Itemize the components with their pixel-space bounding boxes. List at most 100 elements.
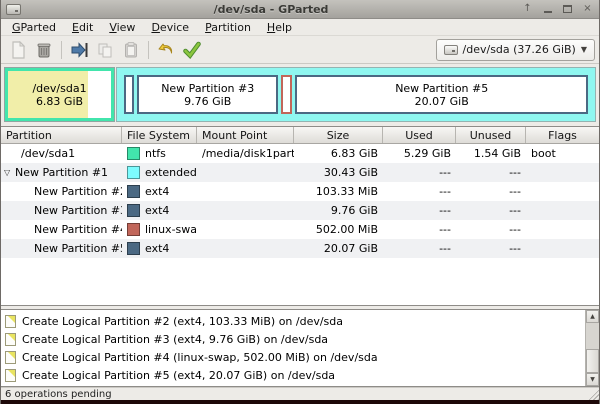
paste-button[interactable] <box>118 38 144 62</box>
new-partition-button[interactable] <box>5 38 31 62</box>
table-row-partition4[interactable]: New Partition #4 linux-swap 502.00 MiB -… <box>1 220 599 239</box>
list-item[interactable]: Create Logical Partition #5 (ext4, 20.07… <box>1 366 585 384</box>
disk-visual-bar: /dev/sda1 6.83 GiB New Partition #3 9.76… <box>1 64 599 126</box>
table-row-extended[interactable]: ▽ New Partition #1 extended 30.43 GiB --… <box>1 163 599 182</box>
size-value: 6.83 GiB <box>294 147 383 160</box>
used-value: --- <box>383 185 456 198</box>
column-header-size[interactable]: Size <box>294 127 383 143</box>
scroll-up-icon[interactable]: ▲ <box>586 310 599 323</box>
menu-view[interactable]: View <box>101 20 143 35</box>
close-icon[interactable]: × <box>581 3 594 16</box>
pending-operation-icon <box>5 369 16 382</box>
filesystem-color-swatch <box>127 242 140 255</box>
filesystem-cell: extended <box>122 166 197 179</box>
scrollbar-track[interactable] <box>586 323 599 373</box>
menu-gparted[interactable]: GParted <box>4 20 64 35</box>
filesystem-cell: ext4 <box>122 242 197 255</box>
delete-partition-button[interactable] <box>31 38 57 62</box>
pending-operation-icon <box>5 333 16 346</box>
maximize-icon[interactable] <box>561 3 574 16</box>
title-bar[interactable]: /dev/sda - GParted ↑ × <box>1 0 599 19</box>
table-row-partition2[interactable]: New Partition #2 ext4 103.33 MiB --- --- <box>1 182 599 201</box>
partition-name: /dev/sda1 <box>1 147 122 160</box>
device-label: /dev/sda (37.26 GiB) <box>463 43 576 56</box>
scrollbar-thumb[interactable] <box>586 349 599 373</box>
partition-name: New Partition #1 <box>15 166 108 179</box>
unused-value: --- <box>456 242 526 255</box>
visual-partition-4[interactable] <box>281 75 292 114</box>
menu-view-label: View <box>109 21 135 34</box>
partition-label: New Partition #3 9.76 GiB <box>161 82 254 108</box>
toolbar-separator <box>148 41 149 59</box>
size-value: 103.33 MiB <box>294 185 383 198</box>
device-selector[interactable]: /dev/sda (37.26 GiB) ▼ <box>436 39 595 61</box>
undo-arrow-icon <box>156 41 176 59</box>
table-row-partition3[interactable]: New Partition #3 ext4 9.76 GiB --- --- <box>1 201 599 220</box>
menu-gparted-label: GParted <box>12 21 56 34</box>
flags-value: boot <box>526 147 599 160</box>
menu-device[interactable]: Device <box>143 20 197 35</box>
column-header-mountpoint[interactable]: Mount Point <box>197 127 294 143</box>
menu-partition[interactable]: Partition <box>197 20 259 35</box>
resize-grip[interactable] <box>586 387 599 400</box>
partition-name: New Partition #4 <box>1 223 122 236</box>
menu-help[interactable]: Help <box>259 20 300 35</box>
resize-arrow-icon <box>69 41 89 59</box>
harddrive-icon <box>6 4 21 15</box>
expander-triangle-icon[interactable]: ▽ <box>1 168 15 177</box>
desktop-edge <box>1 400 599 404</box>
resize-move-button[interactable] <box>66 38 92 62</box>
size-value: 502.00 MiB <box>294 223 383 236</box>
partition-label: New Partition #5 20.07 GiB <box>395 82 488 108</box>
filesystem-color-swatch <box>127 166 140 179</box>
list-item[interactable]: Create Logical Partition #4 (linux-swap,… <box>1 348 585 366</box>
table-row-partition5[interactable]: New Partition #5 ext4 20.07 GiB --- --- <box>1 239 599 258</box>
filesystem-color-swatch <box>127 223 140 236</box>
menu-edit-label: Edit <box>72 21 93 34</box>
size-value: 20.07 GiB <box>294 242 383 255</box>
size-value: 30.43 GiB <box>294 166 383 179</box>
column-header-flags[interactable]: Flags <box>526 127 599 143</box>
scroll-down-icon[interactable]: ▼ <box>586 373 599 386</box>
table-header: Partition File System Mount Point Size U… <box>1 127 599 144</box>
visual-partition-3[interactable]: New Partition #3 9.76 GiB <box>137 75 278 114</box>
column-header-used[interactable]: Used <box>383 127 456 143</box>
column-header-partition[interactable]: Partition <box>1 127 122 143</box>
visual-partition-2[interactable] <box>124 75 134 114</box>
menu-help-label: Help <box>267 21 292 34</box>
minimize-icon[interactable] <box>541 3 554 16</box>
menu-partition-label: Partition <box>205 21 251 34</box>
chevron-down-icon: ▼ <box>581 45 587 54</box>
operation-text: Create Logical Partition #5 (ext4, 20.07… <box>22 369 335 382</box>
filesystem-label: ext4 <box>145 204 169 217</box>
visual-partition-sda1[interactable]: /dev/sda1 6.83 GiB <box>5 68 114 121</box>
visual-partition-5[interactable]: New Partition #5 20.07 GiB <box>295 75 588 114</box>
status-bar: 6 operations pending <box>1 387 599 400</box>
filesystem-label: linux-swap <box>145 223 197 236</box>
filesystem-label: extended <box>145 166 197 179</box>
copy-button[interactable] <box>92 38 118 62</box>
column-header-unused[interactable]: Unused <box>456 127 526 143</box>
operations-scrollbar[interactable]: ▲ ▼ <box>585 310 599 386</box>
filesystem-cell: ext4 <box>122 204 197 217</box>
menu-edit[interactable]: Edit <box>64 20 101 35</box>
pending-operation-icon <box>5 351 16 364</box>
apply-button[interactable] <box>179 38 205 62</box>
used-value: 5.29 GiB <box>383 147 456 160</box>
copy-icon <box>96 41 114 59</box>
unused-value: 1.54 GiB <box>456 147 526 160</box>
status-text: 6 operations pending <box>5 389 112 400</box>
unused-value: --- <box>456 223 526 236</box>
list-item[interactable]: Create Logical Partition #3 (ext4, 9.76 … <box>1 330 585 348</box>
shade-window-icon[interactable]: ↑ <box>521 3 534 16</box>
table-row-sda1[interactable]: /dev/sda1 ntfs /media/disk1part1 6.83 Gi… <box>1 144 599 163</box>
list-item[interactable]: Create Logical Partition #2 (ext4, 103.3… <box>1 312 585 330</box>
unused-value: --- <box>456 166 526 179</box>
filesystem-color-swatch <box>127 204 140 217</box>
visual-extended-partition[interactable]: New Partition #3 9.76 GiB New Partition … <box>117 68 595 121</box>
undo-button[interactable] <box>153 38 179 62</box>
menu-device-label: Device <box>151 21 189 34</box>
partition-name: New Partition #2 <box>1 185 122 198</box>
column-header-filesystem[interactable]: File System <box>122 127 197 143</box>
operations-panel: Create Logical Partition #2 (ext4, 103.3… <box>1 309 599 387</box>
